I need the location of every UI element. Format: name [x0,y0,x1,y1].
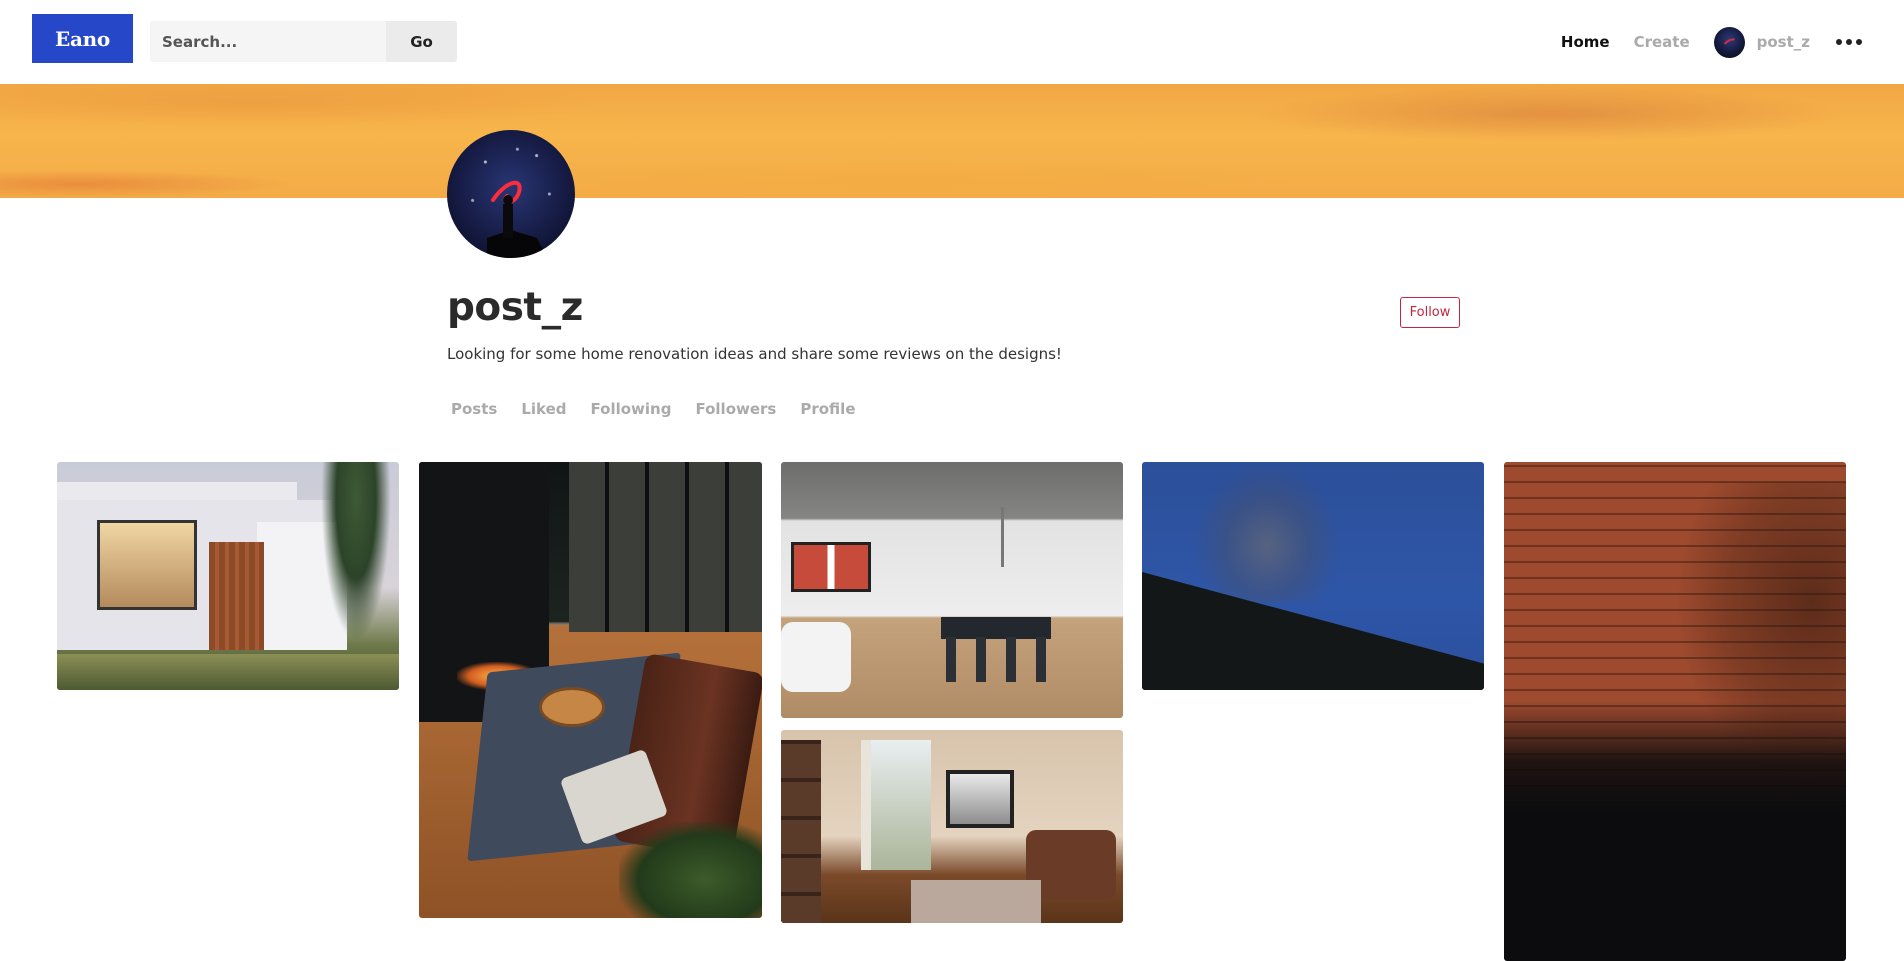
bare-tree-shape [1192,462,1342,602]
more-options-icon[interactable] [1834,33,1864,51]
plant-shape [619,822,762,918]
profile-avatar [447,130,575,258]
post-image-sky-rooftop[interactable] [1142,462,1484,690]
bookshelf-shape [781,740,821,923]
house-roof-shape [57,482,297,500]
search-input[interactable] [150,21,386,62]
tab-following[interactable]: Following [591,400,672,418]
tab-profile[interactable]: Profile [800,400,855,418]
profile-bio: Looking for some home renovation ideas a… [447,345,1062,363]
coffee-table-shape [539,687,605,727]
tab-posts[interactable]: Posts [451,400,497,418]
tab-followers[interactable]: Followers [695,400,776,418]
house-wood-panel-shape [209,542,264,650]
tree-shadow-shape [1676,482,1846,782]
nav-user-menu[interactable]: post_z [1713,26,1810,58]
search-go-button[interactable]: Go [386,21,457,62]
living-window-shape [861,740,931,870]
more-dot [1856,39,1862,45]
lounge-window-shape [569,462,762,632]
living-rug-shape [911,880,1041,923]
nav-username[interactable]: post_z [1757,33,1810,51]
house-lawn-shape [57,654,399,690]
user-avatar[interactable] [1713,26,1745,58]
nav-create-link[interactable]: Create [1634,33,1690,51]
dining-chairs-shape [946,637,1046,682]
top-navigation-bar: Eano Go Home Create post_z [0,0,1904,84]
dining-table-shape [941,617,1051,639]
more-dot [1846,39,1852,45]
profile-tabs: Posts Liked Following Followers Profile [451,400,856,418]
profile-cover-banner [0,84,1904,198]
site-logo[interactable]: Eano [32,14,133,63]
avatar-light-trail-image [487,180,547,258]
tab-liked[interactable]: Liked [521,400,566,418]
nav-home-link[interactable]: Home [1561,33,1610,51]
pendant-lamp-shape [1001,507,1004,567]
post-image-dining-room[interactable] [781,462,1123,718]
wall-art-shape [791,542,871,592]
post-image-living-room[interactable] [781,730,1123,923]
more-dot [1836,39,1842,45]
follow-button[interactable]: Follow [1400,297,1460,328]
framed-art-shape [946,770,1014,828]
white-armchair-shape [781,622,851,692]
post-image-brick-wall[interactable] [1504,462,1846,961]
search-form: Go [150,21,457,62]
profile-name: post_z [447,285,583,330]
post-image-fireplace-lounge[interactable] [419,462,762,918]
main-nav: Home Create post_z [1561,26,1864,58]
post-image-modern-house[interactable] [57,462,399,690]
palm-tree-shape [321,462,391,642]
house-window-shape [97,520,197,610]
